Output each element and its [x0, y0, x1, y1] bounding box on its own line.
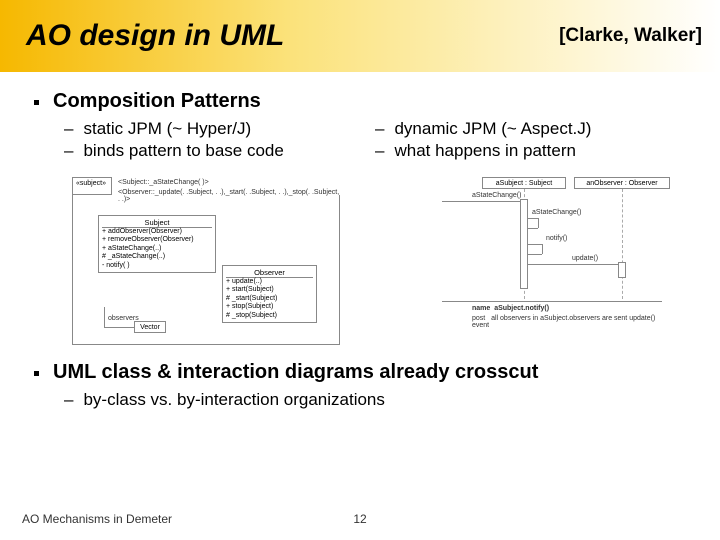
sequence-diagram: aSubject : Subject anObserver : Observer… — [412, 177, 672, 347]
msg-3: notify() — [546, 235, 567, 242]
bullet-1-text: Composition Patterns — [53, 90, 261, 113]
bullet-dot-icon — [34, 100, 39, 105]
op: - notify( ) — [102, 262, 212, 270]
sub-text: by-class vs. by-interaction organization… — [83, 390, 384, 410]
assoc-type-box: Vector — [134, 321, 166, 333]
constraint-post-label: post all observers in aSubject.observers… — [472, 315, 662, 329]
op: + addObserver(Observer) — [102, 228, 212, 236]
sub-item: – static JPM (~ Hyper/J) — [64, 119, 375, 139]
arrow-1 — [442, 201, 524, 202]
assoc-type: Vector — [140, 324, 160, 331]
dash-icon: – — [64, 141, 73, 161]
op: + update(..) — [226, 278, 313, 286]
slide-footer: AO Mechanisms in Demeter 12 — [0, 512, 720, 526]
slide-title: AO design in UML — [26, 19, 284, 53]
op: + aStateChange(..) — [102, 245, 212, 253]
obj2-label: anObserver : Observer — [586, 180, 657, 187]
bullet-1-subcolumns: – static JPM (~ Hyper/J) – binds pattern… — [64, 119, 686, 163]
sub-col-left: – static JPM (~ Hyper/J) – binds pattern… — [64, 119, 375, 163]
stereotype-label: «subject» — [76, 180, 106, 187]
bullet-1: Composition Patterns — [34, 90, 686, 113]
sub-item: – binds pattern to base code — [64, 141, 375, 161]
op: + removeObserver(Observer) — [102, 236, 212, 244]
activation-bar-2 — [618, 262, 626, 278]
activation-bar-1 — [520, 199, 528, 289]
subject-class-box: Subject + addObserver(Observer) + remove… — [98, 215, 216, 273]
class-name: Subject — [102, 218, 212, 228]
bullet-2: UML class & interaction diagrams already… — [34, 361, 686, 384]
observer-class-box: Observer + update(..) + start(Subject) #… — [222, 265, 317, 323]
dash-icon: – — [375, 119, 384, 139]
bullet-2-sublist: – by-class vs. by-interaction organizati… — [64, 390, 686, 410]
lifeline-2 — [622, 189, 623, 299]
bullet-dot-icon — [34, 371, 39, 376]
constraint-name-label: name aSubject.notify() — [472, 305, 549, 312]
class-diagram: «subject» <Subject::_aStateChange( )> <O… — [72, 177, 342, 347]
sub-item: – by-class vs. by-interaction organizati… — [64, 390, 686, 410]
constraint-name: aSubject.notify() — [494, 305, 549, 312]
citation: [Clarke, Walker] — [559, 25, 702, 47]
arrow-4 — [524, 264, 622, 265]
sub-item: – dynamic JPM (~ Aspect.J) — [375, 119, 686, 139]
assoc-line-v — [104, 307, 105, 327]
interaction-sig-1: <Subject::_aStateChange( )> — [118, 179, 209, 186]
lifeline-head-1: aSubject : Subject — [482, 177, 566, 189]
arrow-3b — [542, 244, 543, 254]
constraint-post: all observers in aSubject.observers are … — [472, 315, 655, 329]
arrow-2b — [538, 218, 539, 228]
op: # _stop(Subject) — [226, 312, 313, 320]
msg-1: aStateChange() — [472, 192, 521, 199]
sub-col-right: – dynamic JPM (~ Aspect.J) – what happen… — [375, 119, 686, 163]
page-number: 12 — [353, 512, 366, 526]
slide-header: AO design in UML [Clarke, Walker] — [0, 0, 720, 72]
diagram-row: «subject» <Subject::_aStateChange( )> <O… — [72, 177, 686, 347]
sub-text: dynamic JPM (~ Aspect.J) — [394, 119, 591, 139]
msg-2: aStateChange() — [532, 209, 581, 216]
op: # _start(Subject) — [226, 295, 313, 303]
msg-4: update() — [572, 255, 598, 262]
constraint-divider — [442, 301, 662, 302]
dash-icon: – — [64, 119, 73, 139]
lifeline-head-2: anObserver : Observer — [574, 177, 670, 189]
dash-icon: – — [375, 141, 384, 161]
obj1-label: aSubject : Subject — [496, 180, 552, 187]
sub-text: static JPM (~ Hyper/J) — [83, 119, 251, 139]
op: + start(Subject) — [226, 286, 313, 294]
slide-content: Composition Patterns – static JPM (~ Hyp… — [0, 72, 720, 410]
bullet-2-text: UML class & interaction diagrams already… — [53, 361, 538, 384]
op: + stop(Subject) — [226, 303, 313, 311]
dash-icon: – — [64, 390, 73, 410]
stereotype-box: «subject» — [72, 177, 112, 195]
op: # _aStateChange(..) — [102, 253, 212, 261]
sub-text: binds pattern to base code — [83, 141, 283, 161]
class-name: Observer — [226, 268, 313, 278]
sub-text: what happens in pattern — [394, 141, 575, 161]
sub-item: – what happens in pattern — [375, 141, 686, 161]
